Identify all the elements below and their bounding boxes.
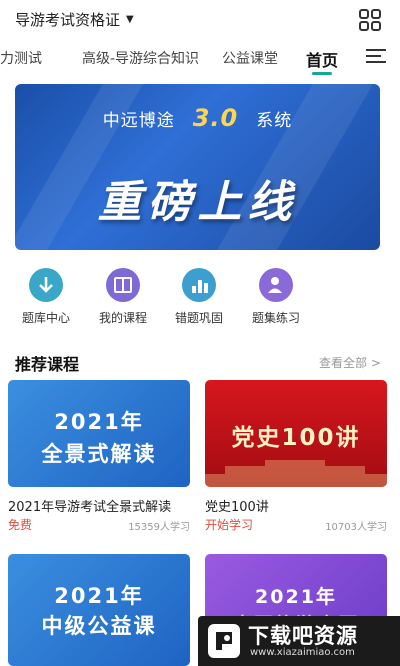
- banner-headline: 重磅上线: [97, 177, 298, 228]
- watermark-url: www.xiazaimiao.com: [250, 647, 355, 658]
- course-name[interactable]: 党史100讲: [205, 496, 269, 515]
- tab-public-class[interactable]: 公益课堂: [222, 48, 278, 68]
- see-all-link[interactable]: 查看全部 >: [319, 354, 381, 371]
- quick-action-my-courses[interactable]: 我的课程: [83, 268, 163, 326]
- cover-subtitle: 全景式解读: [41, 442, 157, 466]
- top-bar: 导游考试资格证 ▼: [0, 0, 400, 38]
- course-price: 免费: [8, 518, 33, 532]
- active-tab-indicator: [312, 72, 332, 75]
- caret-down-icon: ▼: [126, 14, 134, 25]
- category-tabs: 能力测试 高级-导游综合知识 公益课堂 首页: [0, 44, 400, 82]
- quick-action-label: 错题巩固: [174, 311, 223, 325]
- quick-action-question-bank[interactable]: 题库中心: [6, 268, 86, 326]
- course-cover[interactable]: 2021年 全景式解读: [8, 380, 190, 487]
- cover-title: 2021年: [54, 410, 144, 434]
- quick-action-label: 题集练习: [251, 311, 300, 325]
- cover-title: 党史100讲: [231, 425, 361, 451]
- tiananmen-silhouette-icon: [205, 460, 387, 487]
- watermark-logo-icon: [208, 624, 240, 658]
- section-title: 推荐课程: [15, 355, 80, 374]
- book-icon: [106, 268, 140, 302]
- course-learners: 15359人学习: [128, 522, 190, 533]
- chart-icon: [182, 268, 216, 302]
- course-learners: 10703人学习: [325, 522, 387, 533]
- exam-selector-label: 导游考试资格证: [15, 11, 121, 29]
- grid-icon[interactable]: [359, 9, 381, 31]
- quick-action-label: 我的课程: [98, 311, 147, 325]
- banner-subtitle: 中远博途 3.0 系统: [15, 104, 380, 132]
- course-name[interactable]: 2021年导游考试全景式解读: [8, 496, 171, 515]
- download-icon: [29, 268, 63, 302]
- cover-title: 2021年: [255, 586, 337, 608]
- course-cover[interactable]: 党史100讲: [205, 380, 387, 487]
- banner-system: 系统: [256, 111, 293, 131]
- banner-brand: 中远博途: [102, 111, 175, 131]
- watermark: 下载吧资源 www.xiazaimiao.com: [198, 616, 400, 666]
- quick-action-practice[interactable]: 题集练习: [236, 268, 316, 326]
- user-icon: [259, 268, 293, 302]
- course-cover[interactable]: 2021年 中级公益课: [8, 554, 190, 666]
- quick-action-label: 题库中心: [21, 311, 70, 325]
- promo-banner[interactable]: 中远博途 3.0 系统 重磅上线: [15, 84, 380, 250]
- tab-advanced-guide[interactable]: 高级-导游综合知识: [82, 48, 199, 68]
- cover-subtitle: 中级公益课: [41, 614, 157, 638]
- course-action[interactable]: 开始学习: [205, 516, 253, 533]
- tab-ability-test[interactable]: 能力测试: [0, 48, 42, 68]
- menu-icon[interactable]: [366, 49, 386, 63]
- cover-title: 2021年: [54, 584, 144, 608]
- exam-selector[interactable]: 导游考试资格证 ▼: [15, 9, 134, 30]
- quick-action-wrong-answers[interactable]: 错题巩固: [159, 268, 239, 326]
- banner-version: 3.0: [192, 104, 239, 132]
- tab-home[interactable]: 首页: [306, 47, 338, 71]
- watermark-title: 下载吧资源: [248, 624, 358, 648]
